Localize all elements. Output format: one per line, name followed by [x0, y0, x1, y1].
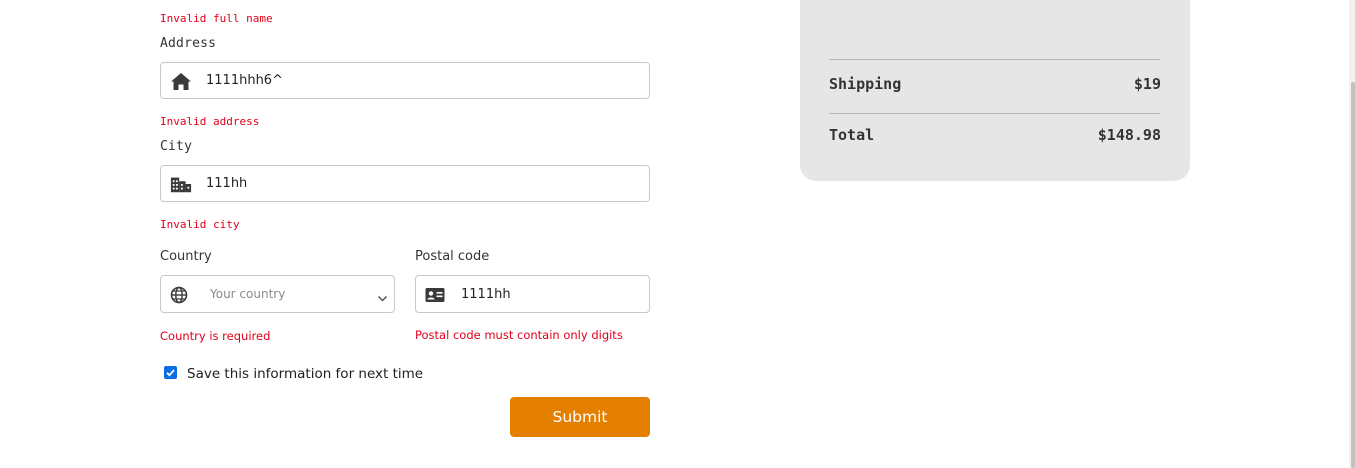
country-placeholder: Your country — [210, 287, 286, 301]
postal-code-value: 1111hh — [461, 287, 511, 302]
postal-code-label: Postal code — [415, 249, 490, 264]
postal-code-field[interactable]: 1111hh — [415, 275, 650, 313]
summary-divider — [829, 59, 1160, 60]
chevron-down-icon — [377, 289, 388, 302]
city-field[interactable]: 111hh — [160, 165, 650, 202]
id-card-icon — [424, 285, 446, 305]
checkout-page: Invalid full name Address 1111hhh6^ Inva… — [0, 0, 1355, 468]
city-label: City — [160, 139, 193, 154]
submit-button[interactable]: Submit — [510, 397, 650, 437]
globe-icon — [168, 285, 190, 305]
shipping-label: Shipping — [829, 75, 902, 93]
address-value: 1111hhh6^ — [206, 73, 283, 88]
country-label: Country — [160, 249, 212, 264]
total-label: Total — [829, 126, 875, 144]
country-select[interactable]: Your country — [160, 275, 395, 313]
country-error: Country is required — [160, 329, 271, 343]
full-name-error: Invalid full name — [160, 12, 273, 25]
summary-divider — [829, 113, 1160, 114]
scrollbar-thumb[interactable] — [1351, 82, 1355, 468]
page-scrollbar[interactable] — [1349, 0, 1355, 468]
order-summary: Shipping $19 Total $148.98 — [800, 0, 1190, 181]
city-icon — [170, 174, 192, 194]
save-info-label[interactable]: Save this information for next time — [187, 366, 423, 382]
home-icon — [170, 71, 192, 91]
shipping-value: $19 — [1133, 75, 1161, 93]
address-field[interactable]: 1111hhh6^ — [160, 62, 650, 99]
total-value: $148.98 — [1097, 126, 1161, 144]
city-value: 111hh — [206, 176, 248, 191]
address-label: Address — [160, 36, 217, 51]
save-info-checkbox[interactable] — [164, 366, 177, 379]
postal-code-error: Postal code must contain only digits — [415, 328, 623, 342]
city-error: Invalid city — [160, 218, 240, 231]
address-error: Invalid address — [160, 115, 260, 128]
